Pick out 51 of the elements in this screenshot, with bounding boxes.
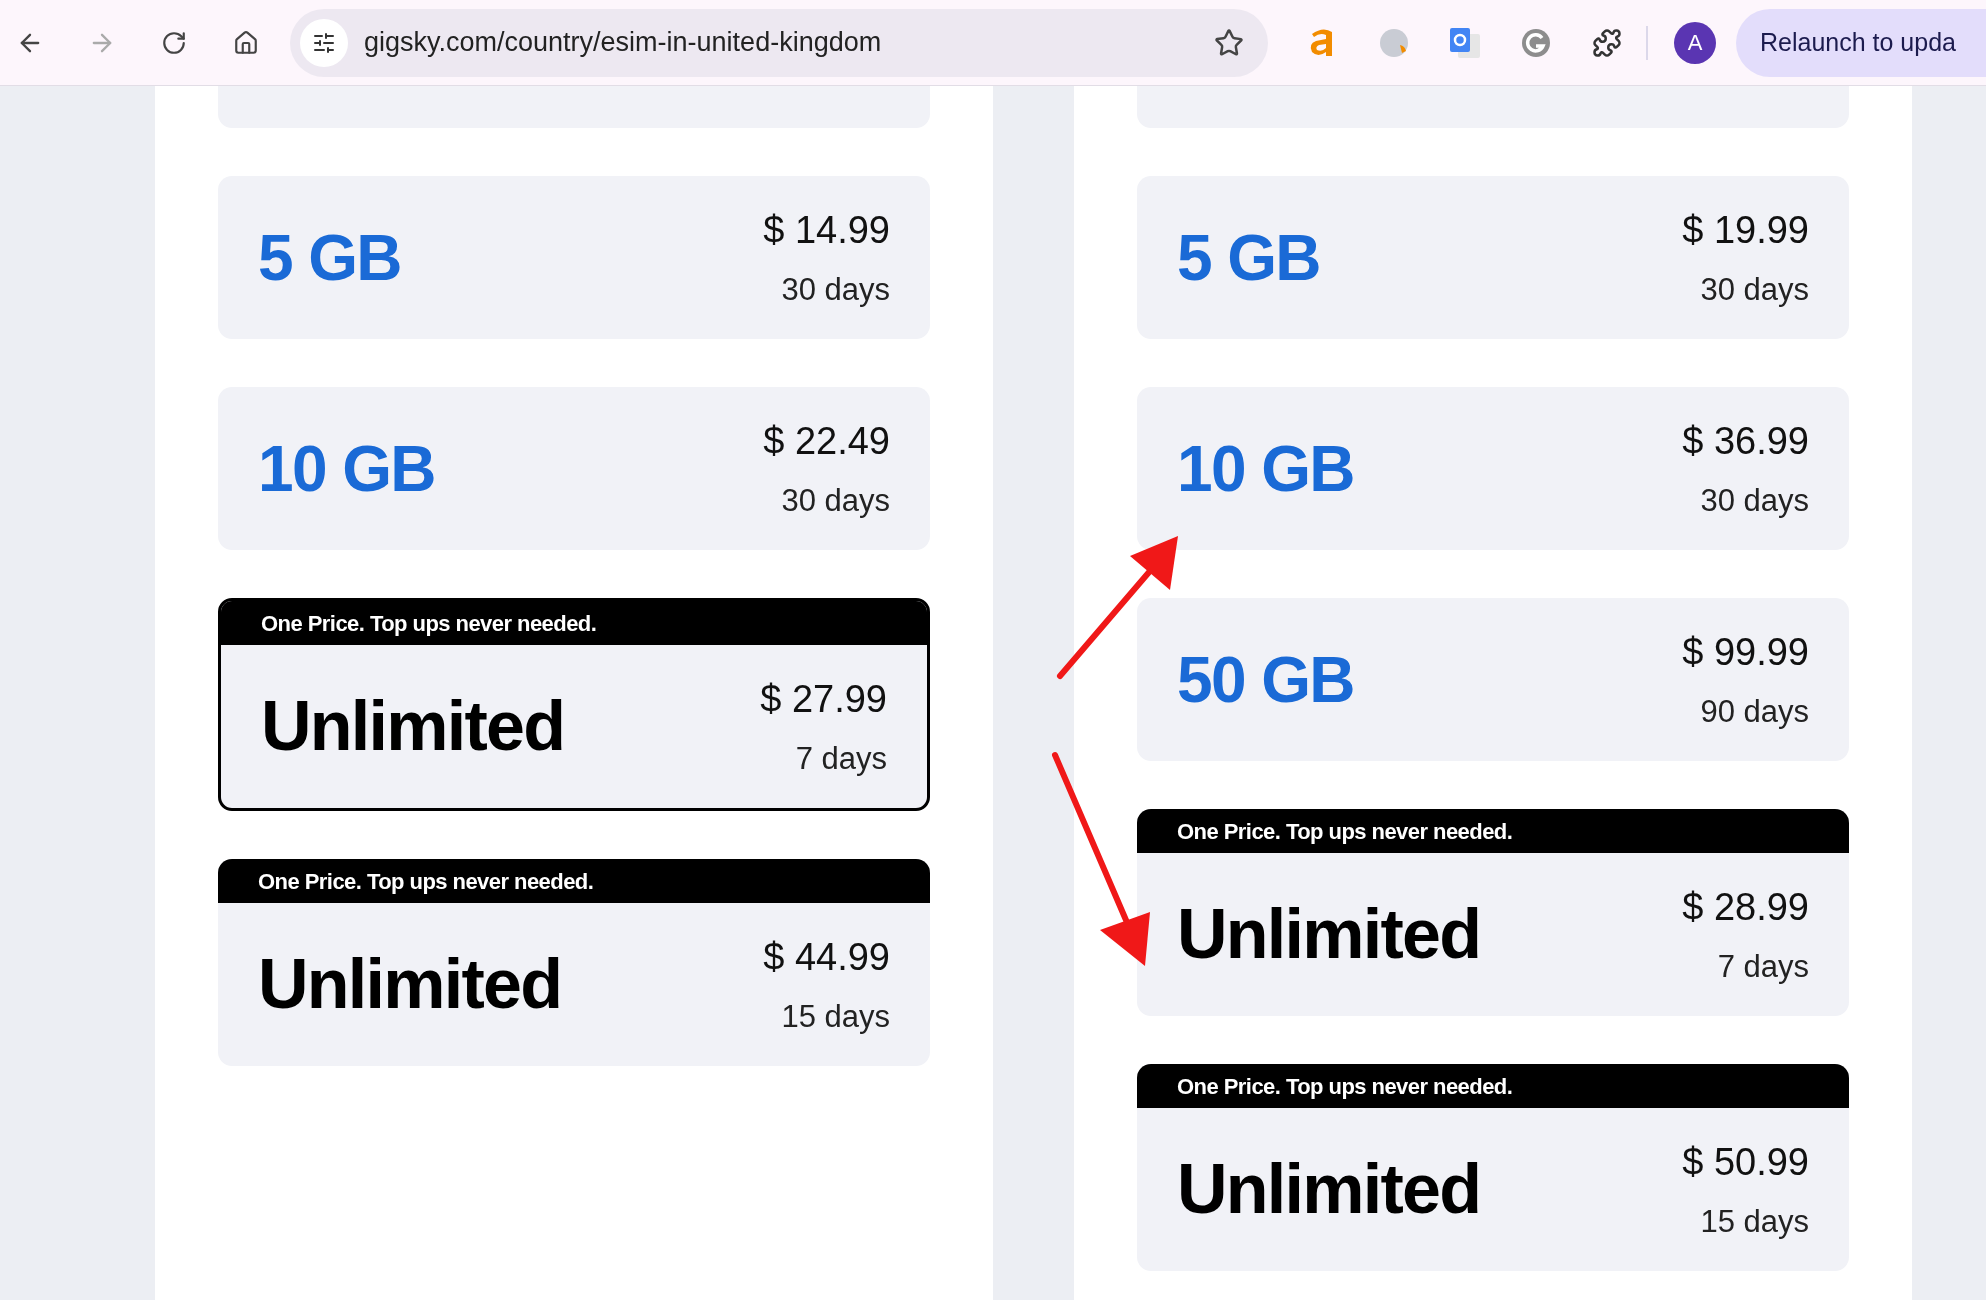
plan-card[interactable]: 50 GB $ 99.99 90 days (1137, 598, 1849, 761)
plan-title: 10 GB (1177, 431, 1354, 507)
url-text: gigsky.com/country/esim-in-united-kingdom (364, 26, 882, 60)
plan-title: Unlimited (1177, 894, 1481, 975)
plan-card[interactable]: One Price. Top ups never needed. Unlimited $ 27.99 7 days (218, 598, 930, 811)
reload-icon[interactable] (161, 29, 187, 56)
plan-title: Unlimited (1177, 1149, 1481, 1230)
plan-price: $ 19.99 (1682, 207, 1809, 253)
plan-price: $ 27.99 (760, 676, 887, 722)
plan-price: $ 44.99 (763, 934, 890, 980)
plan-duration: 15 days (1700, 1202, 1809, 1241)
plan-title: 10 GB (258, 431, 435, 507)
plan-duration: 30 days (1700, 270, 1809, 309)
plan-card[interactable]: One Price. Top ups never needed. Unlimited $ 28.99 7 days (1137, 809, 1849, 1016)
plan-banner: One Price. Top ups never needed. (218, 859, 930, 903)
plan-banner: One Price. Top ups never needed. (1137, 1064, 1849, 1108)
plan-price: $ 50.99 (1682, 1139, 1809, 1185)
plan-card[interactable]: 5 GB $ 19.99 30 days (1137, 176, 1849, 339)
plan-card[interactable]: One Price. Top ups never needed. Unlimited $ 44.99 15 days (218, 859, 930, 1066)
plan-price: $ 99.99 (1682, 629, 1809, 675)
plan-duration: 15 days (781, 997, 890, 1036)
plan-card[interactable]: One Price. Top ups never needed. Unlimited $ 50.99 15 days (1137, 1064, 1849, 1271)
address-bar[interactable]: gigsky.com/country/esim-in-united-kingdom (290, 8, 1268, 77)
plan-duration: 30 days (781, 481, 890, 520)
site-settings-icon[interactable] (300, 18, 348, 67)
plan-banner: One Price. Top ups never needed. (221, 601, 927, 645)
plan-duration: 7 days (1717, 947, 1809, 986)
relaunch-button[interactable]: Relaunch to upda (1736, 8, 1986, 77)
plan-price: $ 28.99 (1682, 884, 1809, 930)
plan-title: 50 GB (1177, 642, 1354, 718)
plan-banner: One Price. Top ups never needed. (1137, 809, 1849, 853)
plan-card[interactable]: 5 GB $ 14.99 30 days (218, 176, 930, 339)
bookmark-star-icon[interactable] (1214, 27, 1244, 58)
plan-price: $ 14.99 (763, 207, 890, 253)
plan-title: Unlimited (261, 686, 565, 767)
plan-title: Unlimited (258, 944, 562, 1025)
plan-duration: 7 days (795, 739, 887, 778)
plan-duration: 30 days (1700, 481, 1809, 520)
plan-card[interactable]: 10 GB $ 22.49 30 days (218, 387, 930, 550)
plan-price: $ 36.99 (1682, 418, 1809, 464)
extension-icon[interactable] (1520, 26, 1552, 59)
extensions-puzzle-icon[interactable] (1592, 27, 1622, 58)
plan-title: 5 GB (1177, 220, 1320, 296)
plan-duration: 90 days (1700, 692, 1809, 731)
translate-icon[interactable] (1448, 25, 1482, 60)
home-icon[interactable] (233, 29, 259, 56)
plan-price: $ 22.49 (763, 418, 890, 464)
plan-title: 5 GB (258, 220, 401, 296)
plan-duration: 30 days (781, 270, 890, 309)
profile-avatar[interactable]: A (1674, 21, 1716, 64)
plan-card[interactable]: 10 GB $ 36.99 30 days (1137, 387, 1849, 550)
